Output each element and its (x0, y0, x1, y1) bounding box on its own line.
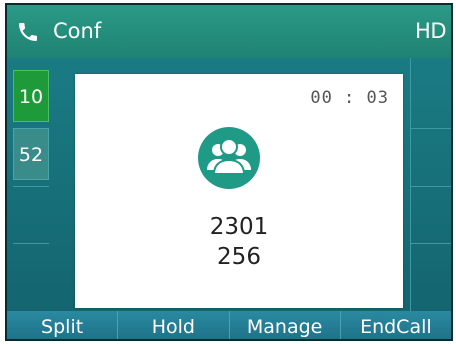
hd-audio-indicator: HD (415, 19, 446, 43)
softkey-bar: Split Hold Manage EndCall (7, 311, 451, 339)
call-status-title: Conf (53, 19, 102, 43)
line-key-10[interactable]: 10 (13, 70, 49, 122)
line-key-52[interactable]: 52 (13, 128, 49, 180)
end-call-softkey[interactable]: EndCall (341, 311, 451, 339)
conference-call-card: 00 : 03 2301 256 (75, 74, 403, 308)
line-key-slot-divider (13, 243, 49, 244)
right-key-slot-divider (411, 186, 451, 187)
right-key-slot-divider (411, 128, 451, 129)
participant-number: 2301 (209, 214, 269, 240)
conference-icon (198, 127, 260, 189)
line-key-column: 10 52 (7, 58, 59, 311)
title-bar: Conf HD (7, 5, 451, 58)
manage-softkey[interactable]: Manage (230, 311, 341, 339)
line-key-slot-divider (13, 186, 49, 187)
right-key-slot-divider (411, 243, 451, 244)
split-softkey[interactable]: Split (7, 311, 119, 339)
call-area: 10 52 00 : 03 2301 256 (7, 58, 451, 311)
call-timer: 00 : 03 (310, 88, 389, 108)
phone-icon (19, 23, 37, 41)
right-key-column (410, 58, 451, 311)
participant-number: 256 (217, 244, 261, 270)
phone-screen: Conf HD 10 52 00 : 03 2301 256 Split Hol… (5, 3, 453, 341)
hold-softkey[interactable]: Hold (118, 311, 230, 339)
